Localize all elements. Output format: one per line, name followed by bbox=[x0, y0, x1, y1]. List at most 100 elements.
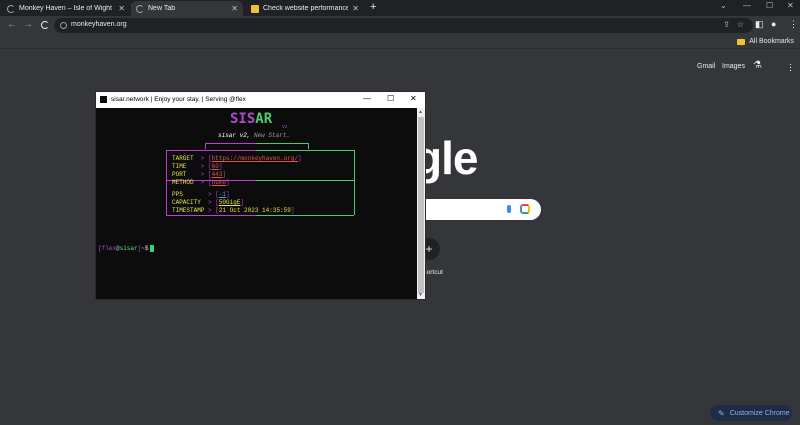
all-bookmarks-button[interactable]: All Bookmarks bbox=[737, 38, 794, 45]
scroll-down-arrow-icon[interactable]: ▼ bbox=[418, 292, 423, 298]
logo-left: SIS bbox=[230, 111, 256, 127]
address-bar[interactable]: monkeyhaven.org ⇪ ☆ bbox=[54, 18, 753, 33]
prompt-user: flex bbox=[101, 245, 117, 253]
bookmarks-bar: All Bookmarks bbox=[0, 35, 800, 49]
sisar-ascii-logo: SISAR bbox=[230, 111, 272, 127]
site-info-icon[interactable] bbox=[60, 22, 67, 29]
pps-line: PPS > [-1] bbox=[172, 191, 230, 198]
tab-label: New Tab bbox=[148, 5, 176, 12]
scrollbar-thumb[interactable] bbox=[418, 117, 424, 293]
target-value: https://monkeyhaven.org/ bbox=[211, 155, 299, 162]
customize-chrome-button[interactable]: ✎ Customize Chrome bbox=[710, 405, 792, 421]
labs-flask-icon[interactable]: ⚗ bbox=[753, 60, 762, 71]
tab-strip: Monkey Haven – Isle of Wight F ✕ New Tab… bbox=[0, 0, 800, 16]
method-line: METHOD > [nuke] bbox=[172, 179, 230, 186]
port-value: 443 bbox=[211, 171, 223, 178]
frame-line bbox=[166, 215, 256, 216]
frame-line bbox=[256, 215, 354, 216]
share-icon[interactable]: ⇪ bbox=[723, 20, 730, 29]
terminal-titlebar[interactable]: sisar.network | Enjoy your stay. | Servi… bbox=[96, 92, 425, 108]
tab-label: Monkey Haven – Isle of Wight F bbox=[19, 5, 115, 12]
close-icon[interactable]: ✕ bbox=[231, 4, 238, 13]
tab-new-tab[interactable]: New Tab ✕ bbox=[131, 1, 243, 16]
frame-line bbox=[308, 143, 309, 149]
frame-line bbox=[354, 184, 355, 215]
time-key: TIME bbox=[172, 163, 187, 170]
terminal-window[interactable]: sisar.network | Enjoy your stay. | Servi… bbox=[95, 91, 426, 300]
target-key: TARGET bbox=[172, 155, 194, 162]
time-value: 60 bbox=[211, 163, 219, 170]
method-value: nuke bbox=[211, 179, 227, 186]
google-lens-icon[interactable] bbox=[520, 204, 530, 214]
forward-arrow-icon[interactable]: → bbox=[23, 19, 33, 30]
frame-line bbox=[166, 184, 167, 215]
method-key: METHOD bbox=[172, 179, 194, 186]
frame-line bbox=[166, 150, 167, 180]
terminal-subtitle: sisar v2, New Start. bbox=[218, 132, 290, 139]
logo-right: AR bbox=[255, 111, 273, 127]
prompt-tail: ~$ bbox=[141, 245, 149, 253]
terminal-output[interactable]: SISAR V2 sisar v2, New Start. TARGET > [… bbox=[96, 108, 417, 299]
scroll-up-arrow-icon[interactable]: ▲ bbox=[418, 109, 423, 115]
close-icon[interactable]: ✕ bbox=[118, 4, 125, 13]
tab-search-chevron-icon[interactable]: ⌄ bbox=[720, 1, 727, 10]
subtitle-prefix: sisar v2, bbox=[218, 132, 251, 139]
loading-icon bbox=[136, 4, 144, 13]
timestamp-line: TIMESTAMP > [21 Oct 2023 14:35:59] bbox=[172, 207, 295, 214]
customize-chrome-label: Customize Chrome bbox=[729, 409, 790, 417]
url-text[interactable]: monkeyhaven.org bbox=[71, 21, 127, 28]
images-link[interactable]: Images bbox=[722, 63, 745, 70]
terminal-maximize-icon[interactable]: ☐ bbox=[387, 94, 394, 103]
target-line: TARGET > [https://monkeyhaven.org/] bbox=[172, 155, 302, 162]
time-line: TIME > [60] bbox=[172, 163, 223, 170]
close-icon[interactable]: ✕ bbox=[352, 4, 359, 13]
terminal-close-icon[interactable]: ✕ bbox=[410, 94, 417, 103]
apps-grid-icon[interactable] bbox=[789, 63, 792, 72]
pps-key: PPS bbox=[172, 191, 183, 198]
subtitle-suffix: New Start. bbox=[254, 132, 291, 139]
back-arrow-icon[interactable]: ← bbox=[7, 19, 17, 30]
terminal-title: sisar.network | Enjoy your stay. | Servi… bbox=[111, 96, 246, 103]
stop-loading-icon[interactable] bbox=[41, 21, 49, 29]
port-key: PORT bbox=[172, 171, 187, 178]
profile-icon[interactable]: ● bbox=[771, 19, 776, 29]
folder-icon bbox=[737, 38, 746, 45]
capacity-value: 50GigE bbox=[218, 199, 241, 206]
tab-check-performance[interactable]: Check website performance and ✕ bbox=[246, 1, 364, 16]
frame-line bbox=[205, 143, 206, 149]
logo-version: V2 bbox=[282, 125, 288, 130]
tab-monkey-haven[interactable]: Monkey Haven – Isle of Wight F ✕ bbox=[2, 1, 130, 16]
loading-icon bbox=[7, 4, 15, 13]
bookmark-star-icon[interactable]: ☆ bbox=[737, 20, 744, 29]
site-favicon-icon bbox=[251, 4, 259, 13]
timestamp-value: 21 Oct 2023 14:35:59 bbox=[218, 207, 291, 214]
minimize-icon[interactable]: — bbox=[743, 1, 751, 10]
browser-toolbar: ← → monkeyhaven.org ⇪ ☆ ◧ ● ⋮ bbox=[0, 16, 800, 35]
frame-line bbox=[256, 150, 354, 151]
port-line: PORT > [443] bbox=[172, 171, 227, 178]
all-bookmarks-label: All Bookmarks bbox=[749, 38, 794, 45]
frame-line bbox=[256, 180, 354, 181]
menu-kebab-icon[interactable]: ⋮ bbox=[789, 19, 798, 30]
maximize-icon[interactable]: ☐ bbox=[766, 1, 773, 10]
text-cursor bbox=[150, 245, 155, 252]
close-window-icon[interactable]: ✕ bbox=[787, 1, 794, 10]
prompt-host: sisar bbox=[119, 245, 138, 253]
gmail-link[interactable]: Gmail bbox=[697, 63, 715, 70]
terminal-prompt[interactable]: [flex@sisar]~$ bbox=[98, 245, 155, 253]
pps-value: -1 bbox=[218, 191, 227, 198]
pencil-icon: ✎ bbox=[718, 408, 725, 418]
capacity-key: CAPACITY bbox=[172, 199, 201, 206]
frame-line bbox=[256, 143, 308, 144]
terminal-app-icon bbox=[100, 96, 107, 103]
terminal-scrollbar[interactable]: ▲ ▼ bbox=[417, 108, 425, 299]
terminal-minimize-icon[interactable]: — bbox=[363, 94, 371, 103]
new-tab-plus-icon[interactable]: + bbox=[370, 1, 376, 13]
frame-line bbox=[354, 150, 355, 180]
tab-label: Check website performance and bbox=[263, 5, 349, 12]
frame-line bbox=[166, 150, 256, 151]
side-panel-icon[interactable]: ◧ bbox=[755, 19, 764, 30]
capacity-line: CAPACITY > [50GigE] bbox=[172, 199, 245, 206]
timestamp-key: TIMESTAMP bbox=[172, 207, 205, 214]
voice-search-mic-icon[interactable] bbox=[507, 205, 511, 213]
